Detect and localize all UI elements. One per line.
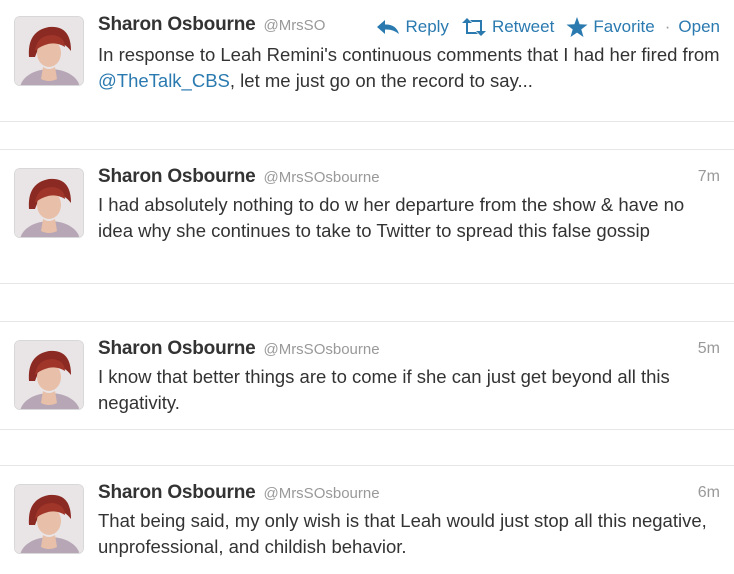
tweet-timestamp[interactable]: 7m [698,168,720,186]
tweet-text-part: In response to Leah Remini's continuous … [98,44,720,65]
author-name[interactable]: Sharon Osbourne [98,338,256,359]
tweet-item[interactable]: Sharon Osbourne @MrsSOsbourne 5m I know t… [0,322,734,428]
divider [0,283,734,284]
avatar[interactable] [14,484,84,554]
tweet-header: Sharon Osbourne @MrsSOsbourne 5m [98,338,720,364]
tweet-text-part: , let me just go on the record to say... [229,69,533,91]
retweet-icon [461,18,486,36]
favorite-button[interactable]: Favorite [566,16,655,38]
tweet-timestamp[interactable]: 5m [698,340,720,358]
author-name[interactable]: Sharon Osbourne [98,166,256,187]
tweet-text: I know that better things are to come if… [98,366,670,413]
tweet-actions: Reply Retweet Favorite · Open [364,14,720,40]
tweet-text: That being said, my only wish is that Le… [98,510,707,557]
retweet-label: Retweet [491,17,555,36]
tweet-header: Sharon Osbourne @MrsSOsbourne 6m [98,482,720,508]
open-link[interactable]: Open [678,17,720,37]
favorite-label: Favorite [593,17,655,36]
tweet-item[interactable]: Sharon Osbourne @MrsSOsbourne 7m I had ab… [0,150,734,282]
reply-icon [377,20,400,34]
tweet-text: In response to Leah Remini's continuous … [98,42,720,93]
tweet-header: Sharon Osbourne @MrsSO Reply Retweet Favo… [98,14,720,40]
author-handle[interactable]: @MrsSOsbourne [263,169,379,186]
author-name[interactable]: Sharon Osbourne [98,14,256,35]
avatar-image [15,341,83,409]
tweet-text: I had absolutely nothing to do w her dep… [98,194,685,241]
divider [0,429,734,430]
avatar-image [15,169,83,237]
avatar-image [15,17,83,85]
author-handle[interactable]: @MrsSOsbourne [263,485,379,502]
tweet-header: Sharon Osbourne @MrsSOsbourne 7m [98,166,720,192]
reply-label: Reply [405,17,449,36]
tweet-item[interactable]: Sharon Osbourne @MrsSO Reply Retweet Favo… [0,0,734,120]
author-handle[interactable]: @MrsSO [263,17,325,34]
action-separator: · [664,17,671,36]
author-handle[interactable]: @MrsSOsbourne [263,341,379,358]
avatar[interactable] [14,340,84,410]
divider [0,121,734,122]
tweet-timestamp[interactable]: 6m [698,484,720,502]
star-icon [566,16,588,37]
tweet-item[interactable]: Sharon Osbourne @MrsSOsbourne 6m That bei… [0,466,734,574]
tweet-feed: Sharon Osbourne @MrsSO Reply Retweet Favo… [0,0,734,574]
avatar[interactable] [14,16,84,86]
mention-link[interactable]: @TheTalk_CBS [98,70,230,91]
reply-button[interactable]: Reply [376,17,449,37]
avatar[interactable] [14,168,84,238]
author-name[interactable]: Sharon Osbourne [98,482,256,503]
avatar-image [15,485,83,553]
retweet-button[interactable]: Retweet [461,17,554,37]
